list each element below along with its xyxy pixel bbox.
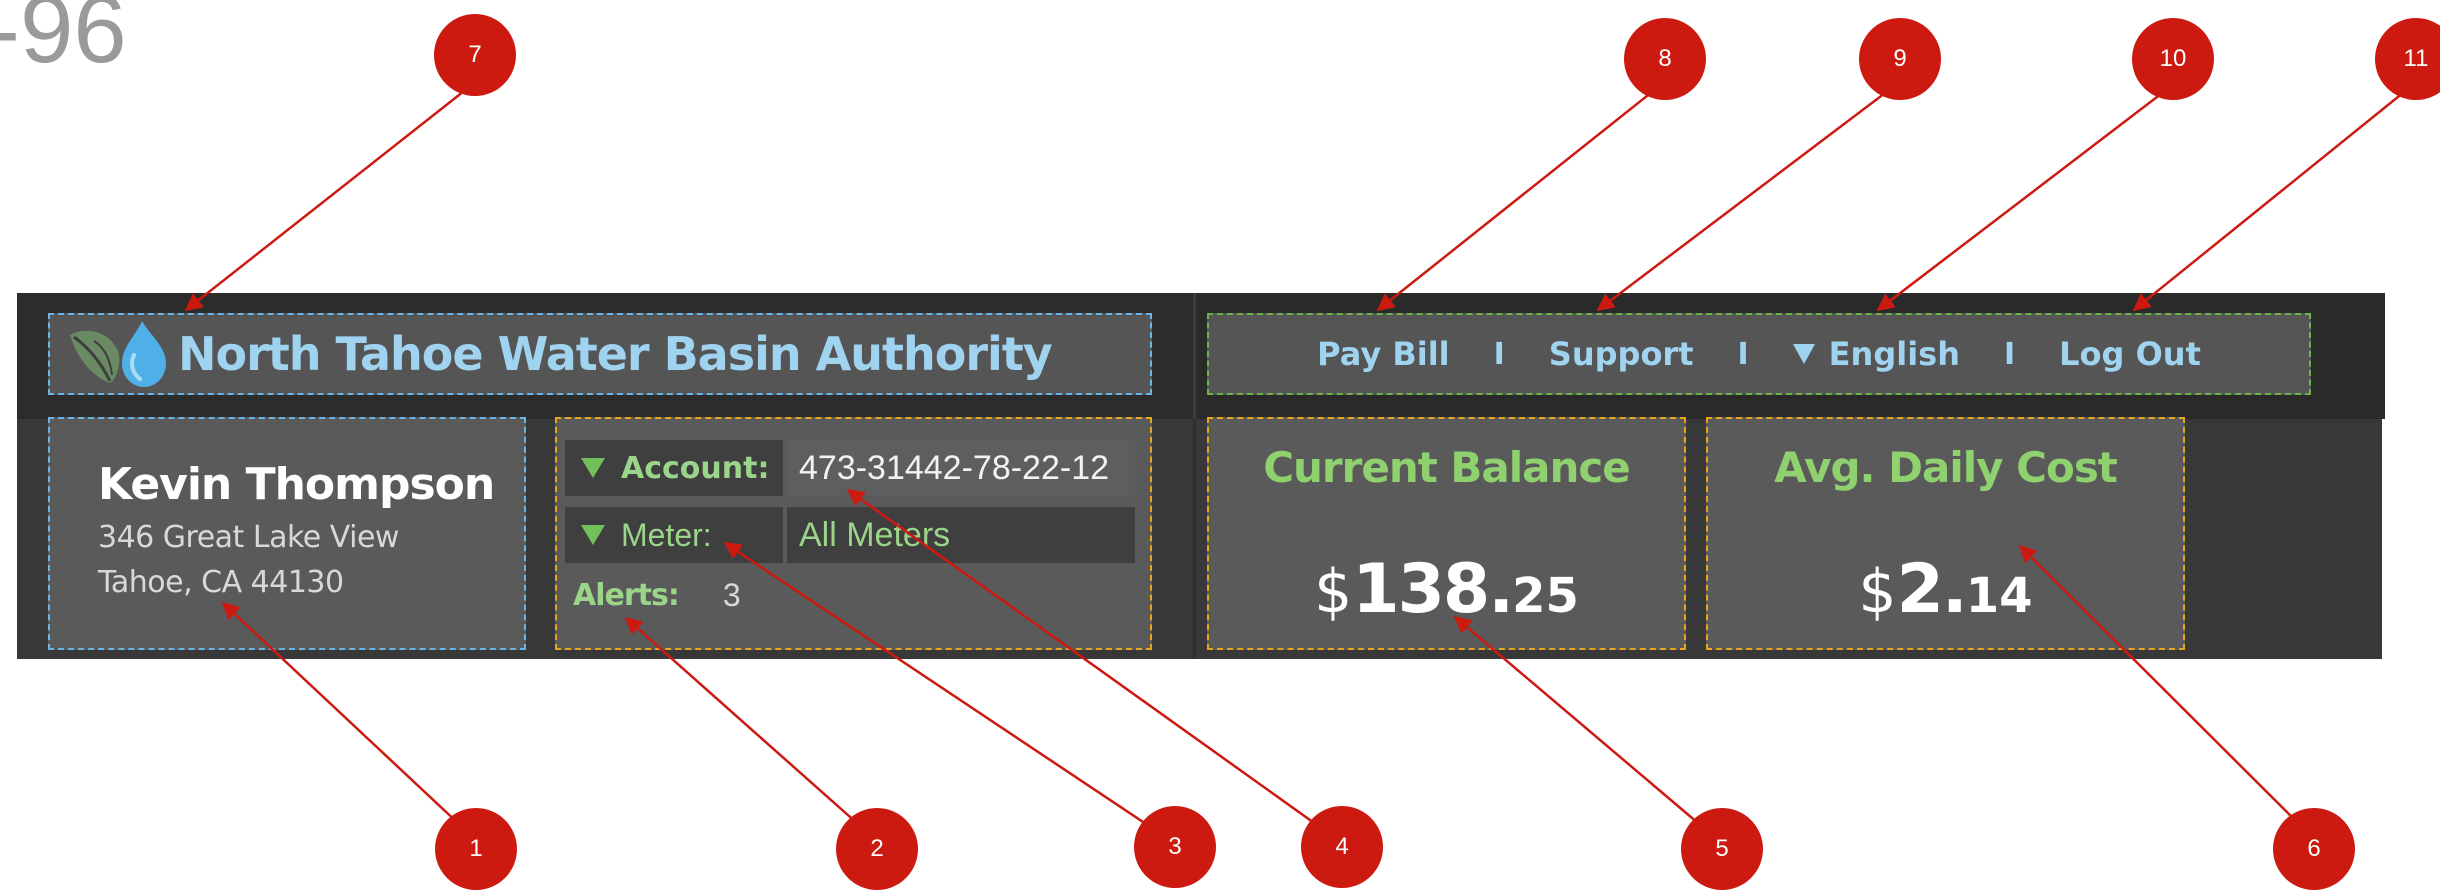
alerts-count: 3 [722,577,741,613]
callout-marker-6: 6 [2273,808,2355,890]
arrow-8 [1376,83,1663,312]
meter-label: Meter: [621,516,712,553]
callout-marker-4: 4 [1301,806,1383,888]
nav-separator: I [1737,336,1749,372]
strip-divider [1193,419,1196,659]
avg-daily-cost-value: $2.14 [1708,550,2183,629]
account-panel: Account: 473-31442-78-22-12 Meter: All M… [555,417,1152,650]
arrow-7 [184,83,474,312]
pay-bill-link[interactable]: Pay Bill [1317,335,1450,373]
callout-marker-2: 2 [836,808,918,890]
log-out-link[interactable]: Log Out [2059,335,2201,373]
account-dropdown[interactable]: Account: [565,440,783,496]
current-balance-value: $138.25 [1209,550,1684,629]
support-link[interactable]: Support [1549,335,1694,373]
current-balance-card[interactable]: Current Balance $138.25 [1207,417,1686,650]
callout-marker-10: 10 [2132,18,2214,100]
account-number: 473-31442-78-22-12 [787,440,1135,496]
alerts-label: Alerts: [573,578,680,613]
currency-symbol: $ [1314,557,1353,627]
cost-whole: 2. [1896,550,1968,629]
top-nav: Pay Bill I Support I English I Log Out [1207,313,2311,395]
customer-address-line1: 346 Great Lake View [98,520,399,555]
avg-daily-cost-card[interactable]: Avg. Daily Cost $2.14 [1706,417,2185,650]
caret-down-icon [1792,344,1815,364]
alerts-link[interactable]: Alerts: 3 [573,577,741,614]
nav-separator: I [1493,336,1505,372]
balance-cents: 25 [1512,568,1579,624]
current-balance-title: Current Balance [1263,443,1631,492]
meter-dropdown[interactable]: Meter: [565,507,783,563]
arrow-11 [2132,83,2415,312]
customer-card: Kevin Thompson 346 Great Lake View Tahoe… [48,417,526,650]
meter-row: Meter: All Meters [565,507,1135,563]
currency-symbol: $ [1858,557,1897,627]
callout-marker-11: 11 [2375,18,2440,100]
account-row: Account: 473-31442-78-22-12 [565,440,1135,496]
corner-label: -96 [0,0,127,83]
avg-daily-cost-title: Avg. Daily Cost [1774,443,2118,492]
account-label: Account: [621,450,770,486]
callout-marker-8: 8 [1624,18,1706,100]
caret-down-icon [581,525,605,545]
arrow-9 [1596,83,1898,312]
brand-logo-area[interactable]: North Tahoe Water Basin Authority [48,313,1152,395]
language-select[interactable]: English [1792,335,1960,373]
nav-separator: I [2003,336,2016,372]
language-label: English [1828,335,1960,373]
cost-cents: 14 [1965,568,2033,624]
arrow-10 [1876,83,2175,312]
customer-name: Kevin Thompson [98,459,495,510]
caret-down-icon [581,458,605,478]
callout-marker-7: 7 [434,14,516,96]
customer-address-line2: Tahoe, CA 44130 [98,565,344,600]
leaf-water-drop-icon [70,321,166,387]
callout-marker-9: 9 [1859,18,1941,100]
balance-whole: 138. [1352,550,1514,629]
callout-marker-1: 1 [435,808,517,890]
callout-marker-5: 5 [1681,808,1763,890]
meter-value[interactable]: All Meters [787,507,1135,563]
brand-name: North Tahoe Water Basin Authority [178,327,1053,381]
callout-marker-3: 3 [1134,806,1216,888]
